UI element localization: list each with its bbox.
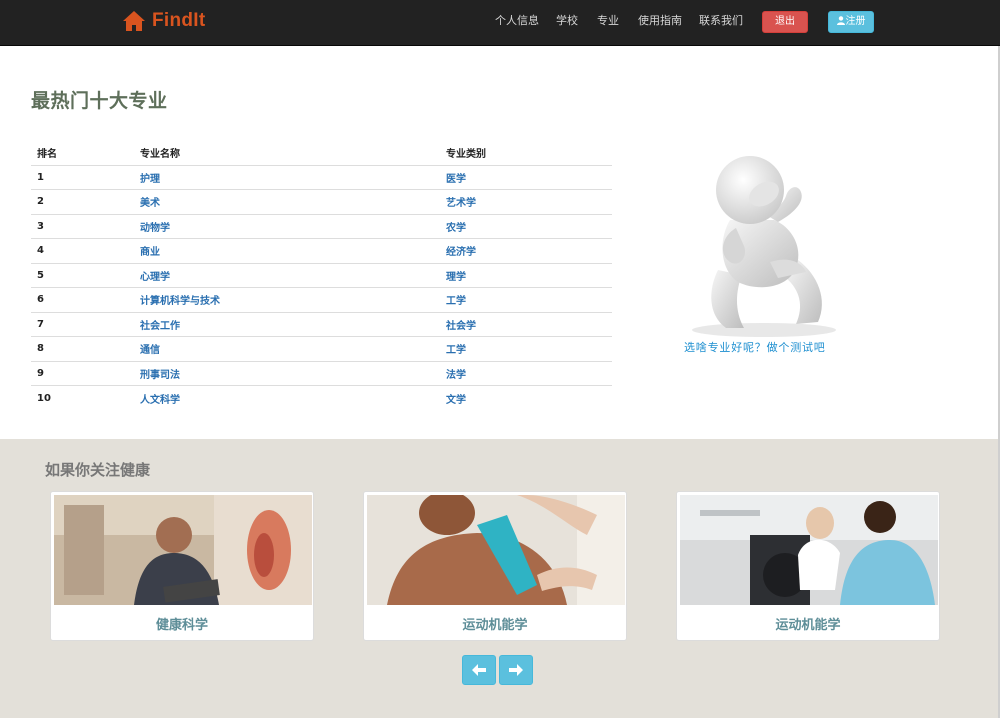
table-row: 5 心理学 理学 [31,263,612,288]
card-label[interactable]: 健康科学 [54,614,310,633]
home-icon [122,10,146,32]
rank-cell: 2 [31,189,134,215]
rank-cell: 10 [37,392,51,404]
arrow-left-icon [472,661,486,680]
page-title: 最热门十大专业 [31,90,168,112]
nav-link-schools[interactable]: 学校 [556,14,578,28]
table-row: 1 护理 医学 [31,165,612,190]
rank-cell: 8 [31,336,134,362]
nav-link-guide[interactable]: 使用指南 [638,14,682,28]
logout-button[interactable]: 退出 [762,11,808,33]
card-image-kinesiology-2 [680,495,938,605]
major-link[interactable]: 商业 [134,238,440,264]
card-label[interactable]: 运动机能学 [680,614,936,633]
card-image-kinesiology [367,495,625,605]
major-link[interactable]: 动物学 [134,214,440,239]
table-row: 10 人文科学 文学 [31,386,612,411]
card-label[interactable]: 运动机能学 [367,614,623,633]
nav-link-contact[interactable]: 联系我们 [699,14,743,28]
table-row: 6 计算机科学与技术 工学 [31,287,612,313]
major-link[interactable]: 通信 [134,336,440,362]
arrow-right-icon [509,661,523,680]
major-card[interactable]: 运动机能学 [676,491,940,641]
rank-cell: 1 [31,165,134,190]
table-row: 2 美术 艺术学 [31,189,612,215]
header-major-name: 专业名称 [134,140,440,166]
category-link[interactable]: 理学 [440,263,612,288]
nav-link-majors[interactable]: 专业 [597,14,619,28]
category-link[interactable]: 文学 [440,386,612,411]
table-row: 3 动物学 农学 [31,214,612,239]
major-link[interactable]: 心理学 [134,263,440,288]
health-section: 如果你关注健康 健康科学 运动机能学 运动机能学 [0,439,1000,718]
major-link[interactable]: 计算机科学与技术 [134,287,440,313]
health-section-title: 如果你关注健康 [45,461,151,479]
table-header-row: 排名 专业名称 专业类别 [31,140,612,166]
major-link[interactable]: 美术 [134,189,440,215]
user-icon [836,13,845,33]
register-label: 注册 [845,16,866,27]
major-link[interactable]: 社会工作 [134,312,440,337]
top-majors-table: 排名 专业名称 专业类别 1 护理 医学 2 美术 艺术学 3 动物学 农学 4… [31,140,612,410]
carousel-prev-button[interactable] [462,655,496,685]
category-link[interactable]: 经济学 [440,238,612,264]
major-link[interactable]: 人文科学 [134,386,440,411]
table-row: 4 商业 经济学 [31,238,612,264]
category-link[interactable]: 工学 [440,287,612,313]
rank-cell: 7 [31,312,134,337]
register-button[interactable]: 注册 [828,11,874,33]
rank-cell: 3 [31,214,134,239]
major-card[interactable]: 运动机能学 [363,491,627,641]
top-navbar: FindIt 个人信息 学校 专业 使用指南 联系我们 退出 注册 [0,0,1000,46]
quiz-promo-illustration[interactable] [678,150,850,360]
category-link[interactable]: 艺术学 [440,189,612,215]
rank-cell: 4 [31,238,134,264]
category-link[interactable]: 医学 [440,165,612,190]
table-row: 7 社会工作 社会学 [31,312,612,337]
carousel-next-button[interactable] [499,655,533,685]
nav-link-profile[interactable]: 个人信息 [495,14,539,28]
major-link[interactable]: 刑事司法 [134,361,440,386]
card-image-health-science [54,495,312,605]
brand-logo[interactable]: FindIt [122,7,206,35]
major-card[interactable]: 健康科学 [50,491,314,641]
rank-cell: 6 [31,287,134,313]
rank-cell: 9 [31,361,134,386]
quiz-promo-caption[interactable]: 选啥专业好呢？做个测试吧 [684,339,826,355]
category-link[interactable]: 社会学 [440,312,612,337]
logout-label: 退出 [775,16,795,27]
table-row: 8 通信 工学 [31,336,612,362]
header-major-category: 专业类别 [440,140,612,166]
category-link[interactable]: 工学 [440,336,612,362]
category-link[interactable]: 农学 [440,214,612,239]
header-rank: 排名 [31,140,134,166]
rank-cell: 5 [31,263,134,288]
major-link[interactable]: 护理 [134,165,440,190]
brand-name: FindIt [152,10,206,31]
category-link[interactable]: 法学 [440,361,612,386]
table-row: 9 刑事司法 法学 [31,361,612,386]
